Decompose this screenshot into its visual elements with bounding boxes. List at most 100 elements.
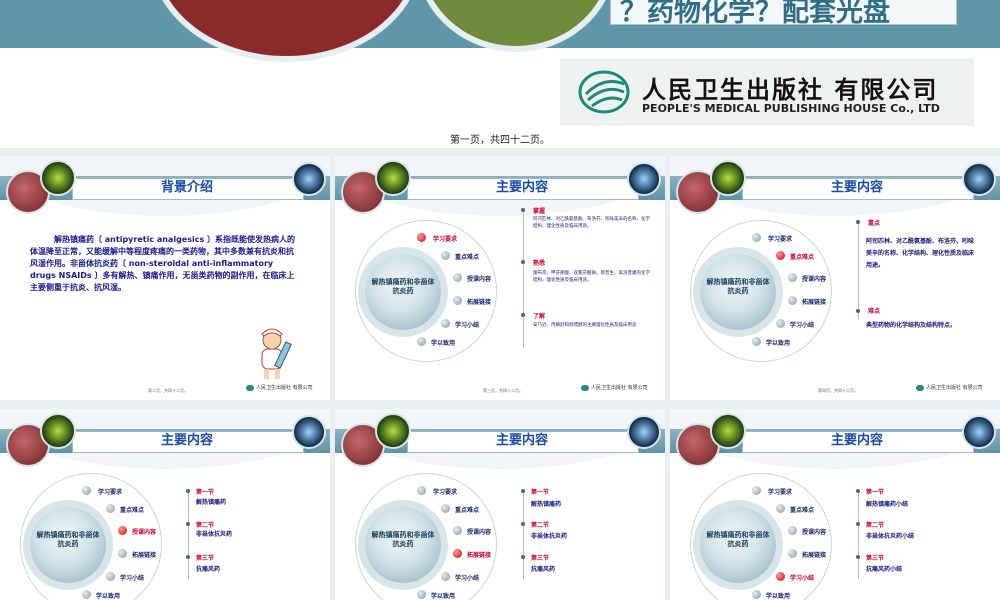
menu-item[interactable]: 学以致用 [431, 591, 455, 600]
section-bullet [856, 489, 860, 493]
section-bullet [186, 555, 190, 559]
slide-title: 主要内容 [830, 180, 883, 195]
slide-thumbnail[interactable]: 主要内容 解热镇痛药和非甾体抗炎药 学习要求 重点难点 授课内容 拓展链接 学习… [670, 409, 1000, 600]
blue-cell-icon [292, 162, 326, 196]
menu-item[interactable]: 拓展链接 [132, 550, 156, 559]
menu-item[interactable]: 学以致用 [431, 338, 455, 347]
section-heading: 熟悉 [533, 260, 546, 267]
menu-bullet [776, 319, 785, 328]
menu-item[interactable]: 学习小结 [790, 320, 814, 329]
slide-thumbnail[interactable]: 主要内容 解热镇痛药和非甾体抗炎药 学习要求 重点难点 授课内容 拓展链接 学习… [0, 409, 330, 600]
menu-item[interactable]: 学习小结 [790, 573, 814, 582]
menu-bullet [788, 526, 797, 535]
menu-bullet [453, 526, 462, 535]
footer-logo: 人民卫生出版社 有限公司 [246, 384, 316, 394]
section-heading: 第一节 [531, 489, 550, 496]
green-bacteria-icon [710, 160, 746, 196]
green-bacteria-icon [375, 160, 411, 196]
footer-logo-text: 人民卫生出版社 有限公司 [256, 385, 313, 391]
menu-item[interactable]: 拓展链接 [467, 297, 491, 306]
footer-logo: 人民卫生出版社 有限公司 [916, 384, 986, 394]
topic-label: 解热镇痛药和非甾体抗炎药 [706, 278, 770, 295]
menu-item[interactable]: 学以致用 [96, 591, 120, 600]
topic-label: 解热镇痛药和非甾体抗炎药 [371, 278, 435, 295]
section-heading: 难点 [868, 308, 881, 315]
blue-cell-icon [962, 162, 996, 196]
slide-page-number: 第三页，共四十二页。 [483, 388, 523, 393]
menu-bullet [106, 572, 115, 581]
footer-logo: 人民卫生出版社 有限公司 [581, 384, 651, 394]
section-heading: 第二节 [866, 522, 885, 529]
menu-bullet [441, 319, 450, 328]
section-heading: 掌握 [533, 208, 546, 215]
divider [188, 489, 189, 579]
menu-bullet [118, 549, 127, 558]
topic-label: 解热镇痛药和非甾体抗炎药 [706, 531, 770, 548]
menu-item[interactable]: 学以致用 [766, 591, 790, 600]
slide-thumbnail[interactable]: 背景介绍 解热镇痛药〔 antipyretic analgesics 〕系指既能… [0, 156, 330, 400]
topic-label: 解热镇痛药和非甾体抗炎药 [371, 531, 435, 548]
menu-bullet [82, 486, 91, 495]
menu-bullet [752, 590, 761, 599]
section-text: 非甾体抗炎药 [196, 531, 233, 538]
section-text: 抗痛风药 [531, 566, 556, 573]
topic-circle: 解热镇痛药和非甾体抗炎药 [365, 507, 441, 583]
menu-item[interactable]: 拓展链接 [802, 550, 826, 559]
green-bacteria-icon [40, 160, 76, 196]
menu-item[interactable]: 授课内容 [802, 274, 826, 283]
slide-thumbnail[interactable]: 主要内容 解热镇痛药和非甾体抗炎药 学习要求 重点难点 授课内容 拓展链接 学习… [335, 156, 665, 400]
publisher-name-cn: 人民卫生出版社 有限公司 [642, 75, 939, 104]
footer-logo-text: 人民卫生出版社 有限公司 [591, 385, 648, 391]
menu-item[interactable]: 学习小结 [120, 573, 144, 582]
topic-label: 解热镇痛药和非甾体抗炎药 [36, 531, 100, 548]
menu-bullet [752, 486, 761, 495]
menu-bullet [441, 251, 450, 260]
menu-item[interactable]: 重点难点 [120, 505, 144, 514]
slide-thumbnail[interactable]: 主要内容 解热镇痛药和非甾体抗炎药 学习要求 重点难点 授课内容 拓展链接 学习… [670, 156, 1000, 400]
menu-item[interactable]: 授课内容 [132, 527, 156, 536]
menu-item[interactable]: 授课内容 [467, 274, 491, 283]
section-heading: 第二节 [531, 522, 550, 529]
menu-item[interactable]: 重点难点 [455, 505, 479, 514]
menu-bullet [788, 296, 797, 305]
topic-circle: 解热镇痛药和非甾体抗炎药 [365, 254, 441, 330]
divider [523, 489, 524, 579]
menu-item[interactable]: 学习小结 [455, 320, 479, 329]
intro-paragraph: 解热镇痛药〔 antipyretic analgesics 〕系指既能使发热病人… [30, 235, 296, 292]
section-text: 解热镇痛药小结 [866, 501, 909, 508]
section-heading: 第三节 [866, 555, 885, 562]
menu-item[interactable]: 学习要求 [433, 234, 457, 243]
menu-bullet [417, 590, 426, 599]
blue-cell-icon [627, 162, 661, 196]
menu-item[interactable]: 拓展链接 [467, 550, 491, 559]
section-bullet [521, 522, 525, 526]
section-bullet [186, 489, 190, 493]
menu-item[interactable]: 重点难点 [790, 252, 814, 261]
menu-bullet [417, 233, 426, 242]
green-bacteria-icon [710, 413, 746, 449]
menu-item[interactable]: 拓展链接 [802, 297, 826, 306]
section-heading: 第一节 [196, 489, 215, 496]
menu-item[interactable]: 授课内容 [802, 527, 826, 536]
footer-logo-text: 人民卫生出版社 有限公司 [926, 385, 983, 391]
section-text: 抗痛风药 [196, 566, 221, 573]
section-text: 抗痛风药小结 [866, 566, 903, 573]
menu-item[interactable]: 学习要求 [433, 487, 457, 496]
menu-item[interactable]: 重点难点 [455, 252, 479, 261]
slide-title: 背景介绍 [160, 180, 213, 195]
menu-item[interactable]: 重点难点 [790, 505, 814, 514]
menu-item[interactable]: 学习要求 [768, 234, 792, 243]
menu-item[interactable]: 学习要求 [768, 487, 792, 496]
section-text: 解热镇痛药 [196, 499, 227, 506]
menu-item[interactable]: 学以致用 [766, 338, 790, 347]
slide-title: 主要内容 [830, 433, 883, 448]
menu-item[interactable]: 授课内容 [467, 527, 491, 536]
section-text: 羧布宗、甲芬那酸、双氯芬酸钠、萘普生、美洛昔康的化学结构、理化性质及临床用途。 [533, 271, 650, 283]
menu-item[interactable]: 学习要求 [98, 487, 122, 496]
menu-bullet [417, 337, 426, 346]
menu-bullet [106, 504, 115, 513]
menu-item[interactable]: 学习小结 [455, 573, 479, 582]
slide-thumbnail[interactable]: 主要内容 解热镇痛药和非甾体抗炎药 学习要求 重点难点 授课内容 拓展链接 学习… [335, 409, 665, 600]
section-bullet [521, 208, 525, 212]
menu-bullet [788, 273, 797, 282]
